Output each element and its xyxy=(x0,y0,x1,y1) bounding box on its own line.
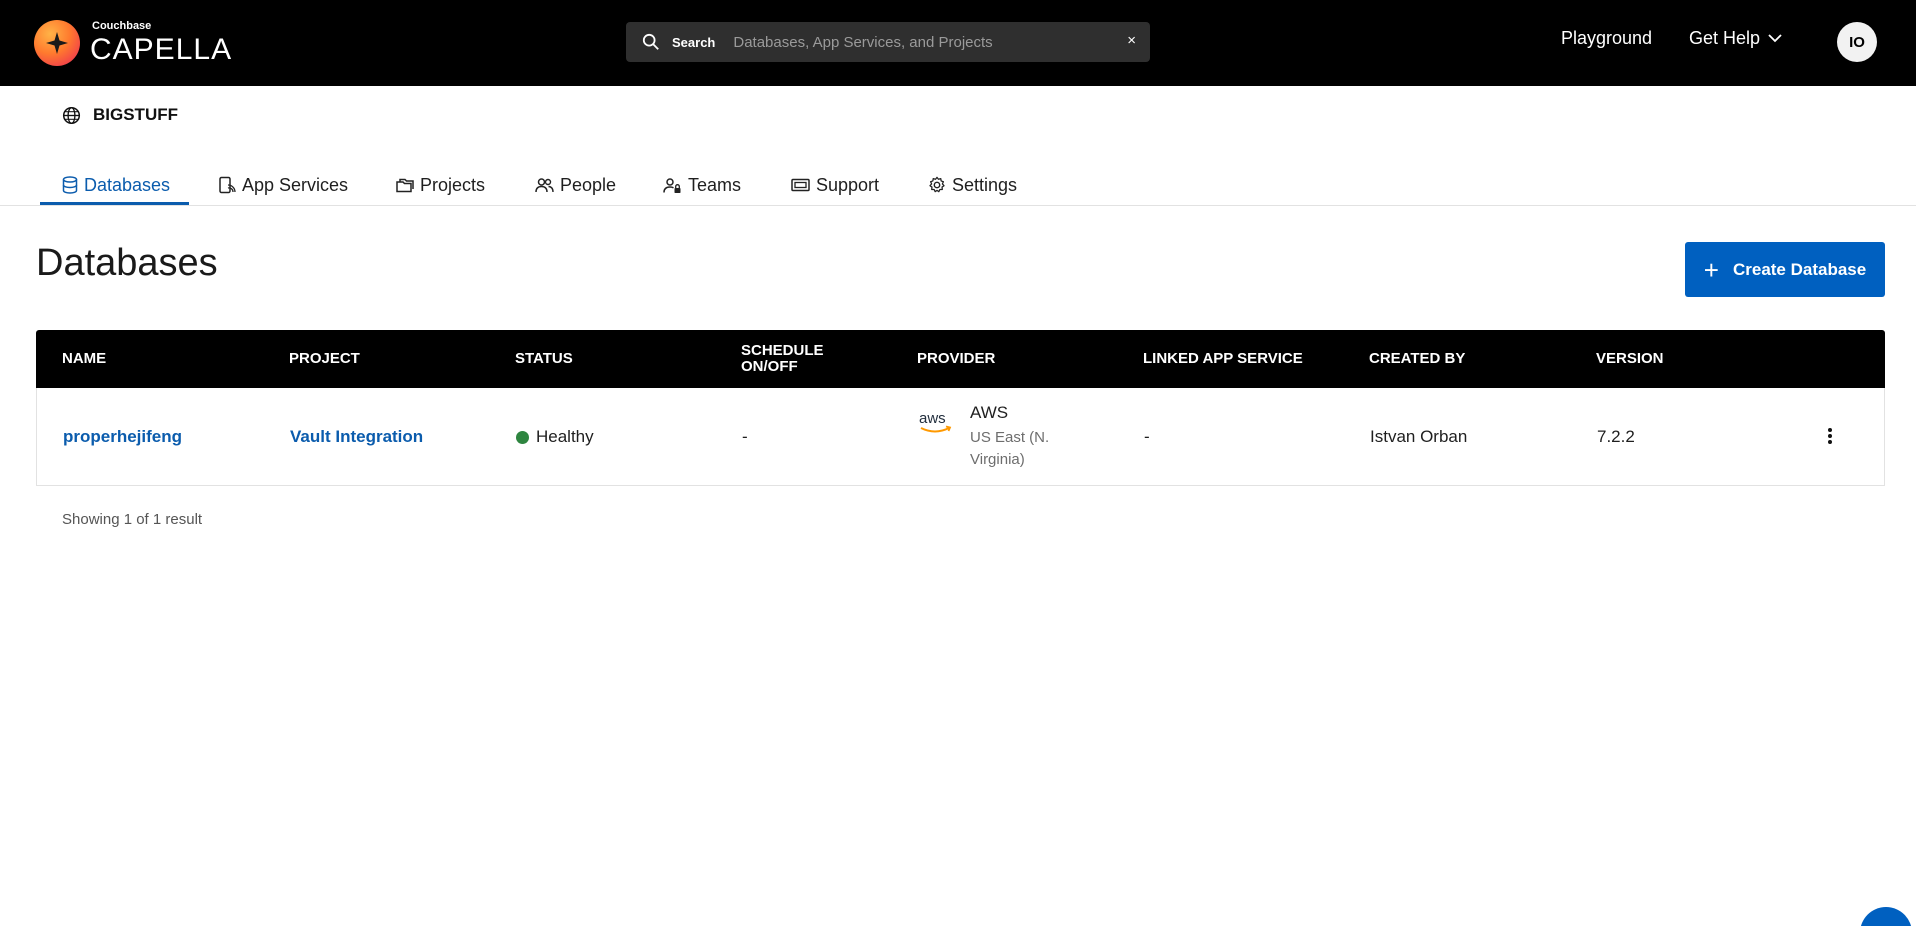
active-tab-indicator xyxy=(40,202,189,205)
page-title: Databases xyxy=(36,242,218,284)
search-label: Search xyxy=(672,34,716,50)
help-chat-button[interactable] xyxy=(1860,907,1912,926)
search-icon xyxy=(642,33,659,50)
tab-databases[interactable]: Databases xyxy=(62,166,170,204)
provider-region: US East (N. Virginia) xyxy=(970,429,1050,468)
project-link[interactable]: Vault Integration xyxy=(290,427,423,447)
version-value: 7.2.2 xyxy=(1597,427,1635,446)
main-tabs: Databases App Services Projects People T… xyxy=(0,158,1916,206)
tab-label: Support xyxy=(816,174,880,195)
table-row[interactable]: properhejifeng Vault Integration Healthy… xyxy=(36,388,1885,486)
clear-search-button[interactable]: × xyxy=(1127,32,1136,49)
linked-app-service-value: - xyxy=(1144,427,1150,446)
tab-people[interactable]: People xyxy=(535,166,616,204)
column-header-version[interactable]: VERSION xyxy=(1596,330,1664,388)
people-icon xyxy=(535,178,554,193)
column-header-linked-app-service[interactable]: LINKED APP SERVICE xyxy=(1143,330,1303,388)
plus-icon: + xyxy=(1703,254,1719,285)
provider-name: AWS xyxy=(970,403,1009,422)
get-help-label: Get Help xyxy=(1689,28,1761,48)
tab-app-services[interactable]: App Services xyxy=(218,166,348,204)
organization-name: BIGSTUFF xyxy=(93,105,178,124)
column-header-status[interactable]: STATUS xyxy=(515,330,573,388)
table-header: NAME PROJECT STATUS SCHEDULE ON/OFF PROV… xyxy=(36,330,1885,388)
create-database-button[interactable]: + Create Database xyxy=(1685,242,1885,297)
tab-support[interactable]: Support xyxy=(791,166,879,204)
tab-label: Teams xyxy=(688,174,742,195)
databases-table: NAME PROJECT STATUS SCHEDULE ON/OFF PROV… xyxy=(36,330,1885,486)
logo-brand-text: Couchbase xyxy=(92,20,152,32)
database-name-link[interactable]: properhejifeng xyxy=(63,427,182,447)
logo-product-text: CAPELLA xyxy=(90,33,233,66)
column-header-schedule[interactable]: SCHEDULE ON/OFF xyxy=(741,330,824,388)
tab-label: App Services xyxy=(242,174,349,195)
created-by-value: Istvan Orban xyxy=(1370,427,1468,446)
column-header-provider[interactable]: PROVIDER xyxy=(917,330,995,388)
provider-cell: aws AWS US East (N. Virginia) xyxy=(918,388,1060,486)
ticket-icon xyxy=(791,178,810,192)
tab-label: Databases xyxy=(84,174,171,195)
results-count: Showing 1 of 1 result xyxy=(62,511,203,528)
gear-icon xyxy=(929,176,945,193)
database-icon xyxy=(62,176,78,194)
more-actions-icon[interactable] xyxy=(1825,426,1835,446)
playground-link[interactable]: Playground xyxy=(1561,28,1652,49)
app-services-icon xyxy=(219,176,236,194)
schedule-value: - xyxy=(742,427,748,446)
status-cell: Healthy xyxy=(516,388,594,486)
create-database-label: Create Database xyxy=(1732,259,1867,279)
globe-icon xyxy=(62,106,81,124)
column-header-project[interactable]: PROJECT xyxy=(289,330,360,388)
tab-settings[interactable]: Settings xyxy=(928,166,1017,204)
user-avatar[interactable]: IO xyxy=(1837,22,1877,62)
search-input[interactable] xyxy=(733,33,1114,51)
get-help-menu[interactable]: Get Help xyxy=(1689,28,1782,49)
healthy-status-dot xyxy=(516,430,529,444)
aws-logo-icon: aws xyxy=(919,410,952,433)
capella-logo[interactable]: Couchbase CAPELLA xyxy=(34,19,232,67)
tab-label: Projects xyxy=(420,174,486,195)
global-search[interactable]: Search × xyxy=(626,22,1150,62)
svg-text:aws: aws xyxy=(919,410,946,427)
top-bar: Couchbase CAPELLA Search × Playground Ge… xyxy=(0,0,1916,86)
folders-icon xyxy=(396,178,414,193)
status-text: Healthy xyxy=(536,427,594,446)
tab-teams[interactable]: Teams xyxy=(663,166,741,204)
organization-selector[interactable]: BIGSTUFF xyxy=(62,105,178,125)
tab-label: People xyxy=(560,174,617,195)
column-header-created-by[interactable]: CREATED BY xyxy=(1369,330,1465,388)
teams-icon xyxy=(663,177,681,193)
tab-projects[interactable]: Projects xyxy=(396,166,485,204)
tab-label: Settings xyxy=(952,174,1018,195)
capella-star-icon xyxy=(34,20,80,66)
column-header-name[interactable]: NAME xyxy=(62,330,106,388)
chevron-down-icon xyxy=(1768,34,1782,43)
